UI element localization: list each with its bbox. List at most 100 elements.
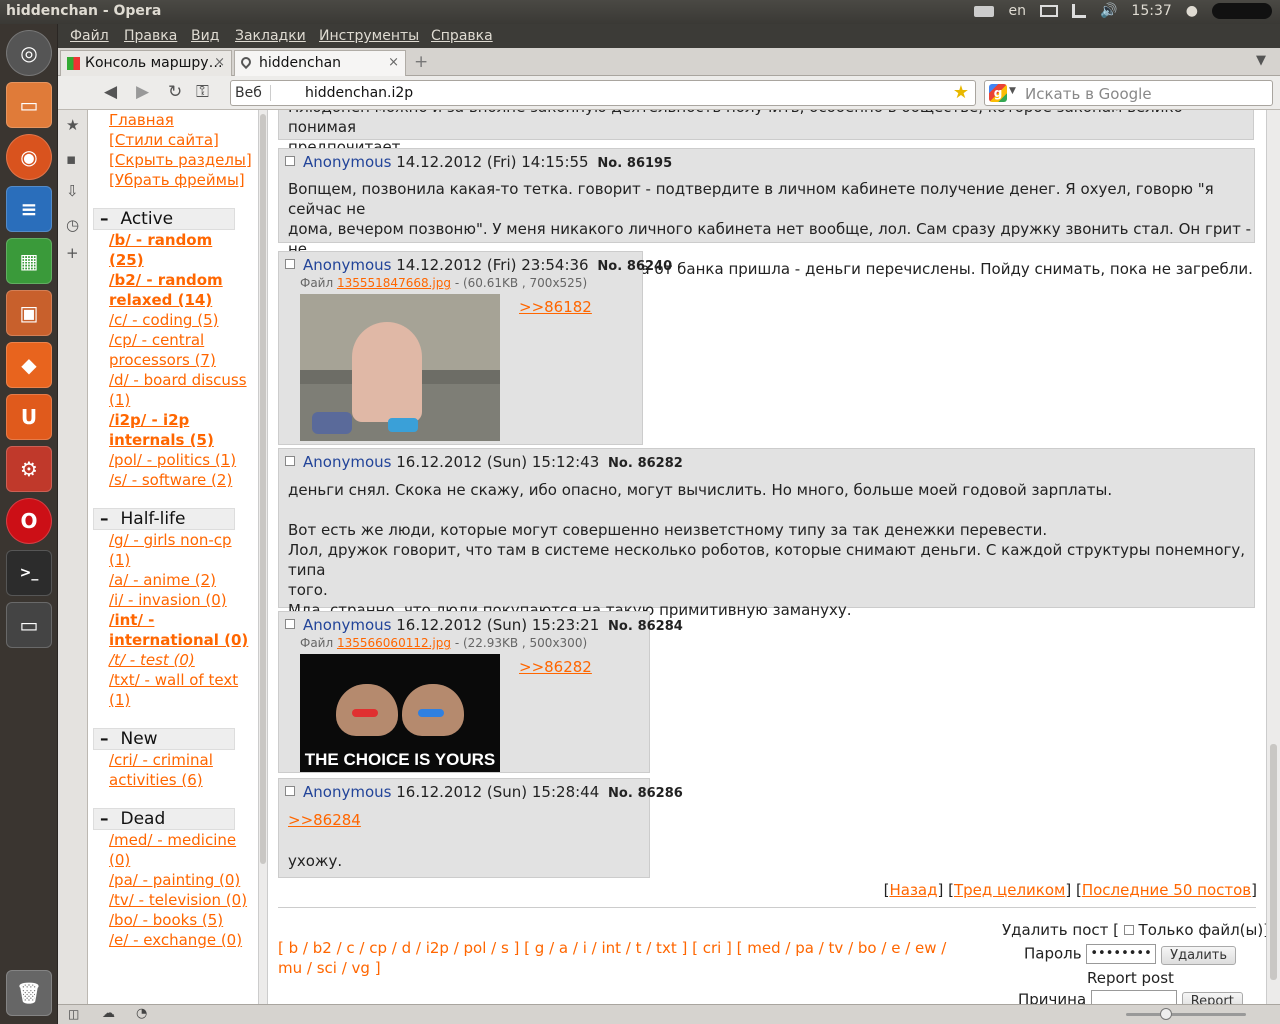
section-dead[interactable]: – Dead [93, 808, 235, 830]
menu-edit[interactable]: Правка [124, 28, 177, 44]
board-link[interactable]: /pa/ - painting (0) [109, 870, 249, 890]
post-select-checkbox[interactable] [285, 156, 295, 166]
main-scrollbar-thumb[interactable] [1270, 744, 1277, 980]
post-number[interactable]: 86286 [638, 786, 683, 801]
clock[interactable]: 15:37 [1131, 3, 1171, 19]
zoom-slider[interactable] [1126, 1008, 1246, 1020]
post-number[interactable]: 86282 [638, 456, 683, 471]
board-link[interactable]: /t/ - test (0) [109, 650, 249, 670]
bookmarks-panel-icon[interactable]: ★ [66, 116, 79, 134]
board-link[interactable]: /a/ - anime (2) [109, 570, 249, 590]
impress-icon[interactable]: ▣ [6, 290, 52, 336]
board-link[interactable]: /txt/ - wall of text (1) [109, 670, 249, 710]
writer-icon[interactable]: ≡ [6, 186, 52, 232]
post-select-checkbox[interactable] [285, 456, 295, 466]
collapse-toggle[interactable]: – [100, 509, 109, 529]
system-settings-icon[interactable]: ⚙ [6, 446, 52, 492]
reload-icon[interactable]: ↻ [168, 82, 182, 102]
software-center-icon[interactable]: ◆ [6, 342, 52, 388]
board-link[interactable]: /pol/ - politics (1) [109, 450, 249, 470]
forward-icon[interactable]: ▶ [136, 82, 149, 102]
board-link[interactable]: /s/ - software (2) [109, 470, 249, 490]
board-link[interactable]: /b2/ - random relaxed (14) [109, 270, 249, 310]
report-button[interactable]: Report [1181, 991, 1243, 1004]
board-link[interactable]: /g/ - girls non-cp (1) [109, 530, 249, 570]
new-tab-icon[interactable]: + [414, 52, 428, 72]
post-image-thumbnail[interactable] [300, 294, 500, 441]
reason-field[interactable] [1090, 990, 1177, 1004]
bookmark-star-icon[interactable]: ★ [953, 82, 969, 103]
address-field[interactable]: Веб hiddenchan.i2p ★ [230, 80, 976, 106]
reply-link[interactable]: >>86182 [519, 298, 592, 316]
post-image-thumbnail[interactable]: THE CHOICE IS YOURS [300, 654, 500, 772]
post-select-checkbox[interactable] [285, 786, 295, 796]
board-link[interactable]: /i/ - invasion (0) [109, 590, 249, 610]
section-half-life[interactable]: – Half-life [93, 508, 235, 530]
main-scrollbar[interactable] [1266, 110, 1280, 1004]
add-panel-icon[interactable]: + [66, 244, 79, 262]
tab-router-console[interactable]: Консоль маршру… × [60, 50, 232, 76]
collapse-toggle[interactable]: – [100, 729, 109, 749]
left-frame-scrollbar-thumb[interactable] [260, 114, 266, 864]
board-link[interactable]: /c/ - coding (5) [109, 310, 249, 330]
language-indicator[interactable]: en [1008, 3, 1026, 19]
board-link[interactable]: /cri/ - criminal activities (6) [109, 750, 249, 790]
only-files-checkbox[interactable] [1123, 925, 1134, 935]
web-badge[interactable]: Веб [235, 85, 271, 101]
user-name-redacted[interactable] [1212, 3, 1272, 19]
volume-icon[interactable]: 🔊 [1100, 3, 1117, 19]
whole-thread-link[interactable]: Тред целиком [954, 881, 1065, 899]
post-number[interactable]: 86195 [627, 156, 672, 171]
keyboard-icon[interactable] [974, 5, 995, 17]
workspace-switcher-icon[interactable]: ▭ [6, 602, 52, 648]
dash-home-icon[interactable]: ◎ [6, 30, 52, 76]
network-icon[interactable] [1071, 4, 1086, 18]
close-tab-icon[interactable]: × [214, 55, 225, 70]
downloads-panel-icon[interactable]: ⇩ [66, 182, 79, 200]
password-field[interactable]: •••••••• [1086, 944, 1157, 964]
board-link[interactable]: /int/ - international (0) [109, 610, 249, 650]
board-link[interactable]: /tv/ - television (0) [109, 890, 249, 910]
trash-icon[interactable]: 🗑 [6, 970, 52, 1016]
opera-unite-icon[interactable]: ☁ [102, 1006, 115, 1021]
board-link[interactable]: /b/ - random (25) [109, 230, 249, 270]
files-icon[interactable]: ▭ [6, 82, 52, 128]
collapse-toggle[interactable]: – [100, 209, 109, 229]
home-link[interactable]: Главная [109, 110, 252, 130]
last-50-posts-link[interactable]: Последние 50 постов [1082, 881, 1251, 899]
post-number[interactable]: 86284 [638, 619, 683, 634]
tab-hiddenchan[interactable]: hiddenchan × [234, 50, 406, 76]
panel-toggle-icon[interactable]: ◫ [68, 1007, 79, 1021]
file-link[interactable]: 135551847668.jpg [337, 276, 451, 290]
terminal-icon[interactable]: >_ [6, 550, 52, 596]
delete-button[interactable]: Удалить [1161, 945, 1237, 965]
user-icon[interactable]: ● [1186, 3, 1198, 19]
reply-link[interactable]: >>86284 [288, 811, 361, 829]
history-panel-icon[interactable]: ◷ [66, 216, 79, 234]
board-link[interactable]: /cp/ - central processors (7) [109, 330, 249, 370]
menu-bookmarks[interactable]: Закладки [235, 28, 306, 44]
back-link[interactable]: Назад [889, 881, 937, 899]
section-active[interactable]: – Active [93, 208, 235, 230]
board-link[interactable]: /d/ - board discuss (1) [109, 370, 249, 410]
ubuntu-one-icon[interactable]: U [6, 394, 52, 440]
mail-icon[interactable] [1039, 5, 1058, 17]
key-icon[interactable]: ⚿ [196, 82, 209, 102]
post-select-checkbox[interactable] [285, 619, 295, 629]
board-link[interactable]: /bo/ - books (5) [109, 910, 249, 930]
post-number[interactable]: 86240 [627, 259, 672, 274]
reply-link[interactable]: >>86282 [519, 658, 592, 676]
menu-help[interactable]: Справка [431, 28, 493, 44]
frame-splitter[interactable] [258, 110, 268, 1004]
speed-dial-icon[interactable]: ◔ [136, 1006, 147, 1021]
calc-icon[interactable]: ▦ [6, 238, 52, 284]
url-text[interactable]: hiddenchan.i2p [305, 85, 413, 101]
file-link[interactable]: 135566060112.jpg [337, 636, 451, 650]
styles-link[interactable]: [Стили сайта] [109, 130, 252, 150]
tab-list-icon[interactable]: ▼ [1256, 53, 1266, 68]
opera-icon[interactable]: O [6, 498, 52, 544]
search-field[interactable]: g ▼ Искать в Google [984, 80, 1273, 106]
close-tab-icon[interactable]: × [388, 55, 399, 70]
firefox-icon[interactable]: ◉ [6, 134, 52, 180]
back-icon[interactable]: ◀ [104, 82, 117, 102]
